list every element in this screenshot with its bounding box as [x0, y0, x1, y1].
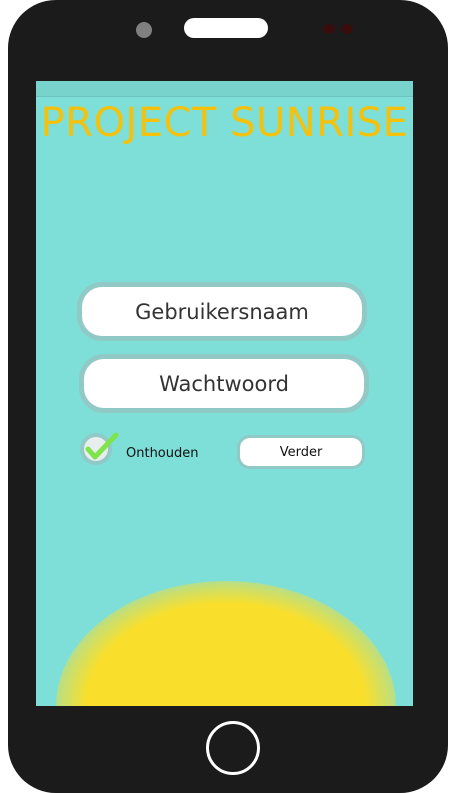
username-field[interactable]: Gebruikersnaam: [82, 287, 362, 336]
remember-checkbox[interactable]: [84, 432, 119, 461]
app-title: PROJECT SUNRISE: [40, 100, 409, 146]
password-field[interactable]: Wachtwoord: [84, 359, 364, 408]
status-bar: [36, 81, 413, 97]
checkmark-icon: [85, 432, 119, 460]
app-screen: PROJECT SUNRISE Gebruikersnaam Wachtwoor…: [36, 81, 413, 706]
remember-label: Onthouden: [126, 446, 199, 461]
next-button[interactable]: Verder: [240, 438, 362, 466]
next-button-label: Verder: [279, 444, 323, 460]
password-label: Wachtwoord: [159, 371, 289, 396]
home-button-icon[interactable]: [206, 721, 260, 775]
sun-graphic: [56, 581, 396, 706]
camera-icon: [136, 22, 152, 38]
username-label: Gebruikersnaam: [135, 299, 309, 324]
speaker-icon: [184, 18, 268, 38]
sensor-dot: [341, 24, 353, 34]
sensor-dot: [323, 24, 335, 34]
